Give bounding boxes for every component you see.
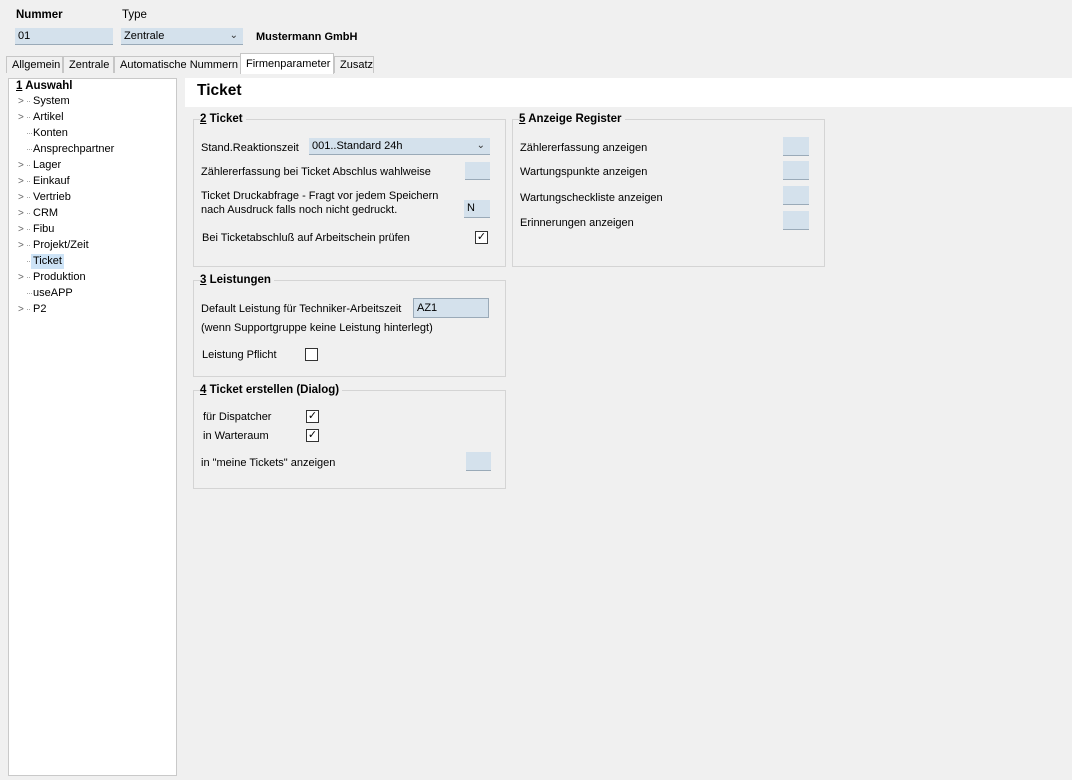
wartungscheckliste-label: Wartungscheckliste anzeigen [520,192,663,204]
meine-tickets-label: in "meine Tickets" anzeigen [201,457,336,469]
arbeitsschein-checkbox[interactable]: ✓ [475,231,488,244]
meine-tickets-field[interactable] [466,452,491,471]
wartungspunkte-label: Wartungspunkte anzeigen [520,166,648,178]
group-number: 4 [200,384,207,396]
warteraum-checkbox[interactable]: ✓ [306,429,319,442]
zaehler-anzeigen-field[interactable] [783,137,809,156]
tree-item-label: Konten [33,127,68,139]
nummer-field[interactable]: 01 [15,28,113,45]
tab-firmenparameter[interactable]: Firmenparameter [240,53,334,74]
chevron-right-icon[interactable]: > [18,174,24,189]
tab-allgemein[interactable]: Allgemein [6,56,63,73]
reaktionszeit-select[interactable]: 001..Standard 24h ⌄ [309,138,490,155]
tree-item-label: Lager [33,159,62,171]
leistung-pflicht-checkbox[interactable] [305,348,318,361]
tree-item-label: P2 [33,303,47,315]
druckabfrage-label-line2: nach Ausdruck falls noch nicht gedruckt. [201,204,398,216]
tree-item-label: Projekt/Zeit [33,239,89,251]
default-leistung-field[interactable]: AZ1 [413,298,489,318]
chevron-right-icon[interactable]: > [18,206,24,221]
title-bar [185,78,1072,107]
chevron-right-icon[interactable]: > [18,222,24,237]
nummer-label: Nummer [16,9,63,21]
chevron-right-icon[interactable]: > [18,110,24,125]
group-leistungen-title: 3 Leistungen [200,274,274,286]
tree-item-label: Einkauf [33,175,70,187]
tree-item-label: Vertrieb [33,191,71,203]
chevron-right-icon[interactable]: > [18,238,24,253]
tree-root-label: Auswahl [25,80,73,92]
warteraum-label: in Warteraum [203,430,269,442]
group-number: 2 [200,113,207,125]
tab-zentrale[interactable]: Zentrale [63,56,114,73]
group-anzeige-title: 5 Anzeige Register [519,113,625,125]
tree-item-label: Produktion [33,271,86,283]
type-label: Type [122,9,147,21]
group-ticket-title: 2 Ticket [200,113,246,125]
default-leistung-hint: (wenn Supportgruppe keine Leistung hinte… [201,322,433,334]
page-title: Ticket [197,82,242,99]
tree-item-label: System [33,95,70,107]
chevron-right-icon[interactable]: > [18,190,24,205]
zaehlererfassung-field[interactable] [465,162,490,180]
tree-item-label: Ansprechpartner [33,143,115,155]
arbeitsschein-label: Bei Ticketabschluß auf Arbeitschein prüf… [202,232,410,244]
group-number: 5 [519,113,526,125]
reaktionszeit-label: Stand.Reaktionszeit [201,142,299,154]
tree-item-label: Fibu [33,223,55,235]
default-leistung-label: Default Leistung für Techniker-Arbeitsze… [201,303,402,315]
druckabfrage-field[interactable]: N [464,200,490,218]
tree-item-label: CRM [33,207,59,219]
wartungscheckliste-field[interactable] [783,186,809,205]
tree-item-label-selected: Ticket [31,254,64,269]
druckabfrage-label-line1: Ticket Druckabfrage - Fragt vor jedem Sp… [201,190,439,202]
tree-root[interactable]: 1 Auswahl [16,79,72,94]
group-title-text: Leistungen [209,274,271,286]
navigation-tree: 1 Auswahl > ·· System > ·· Artikel ··· K… [8,78,177,776]
zaehlererfassung-label: Zählererfassung bei Ticket Abschlus wahl… [201,166,431,178]
company-name: Mustermann GmbH [256,31,358,43]
erinnerungen-label: Erinnerungen anzeigen [520,217,634,229]
leistung-pflicht-label: Leistung Pflicht [202,349,277,361]
chevron-right-icon[interactable]: > [18,94,24,109]
type-select-value: Zentrale [124,30,165,42]
type-select[interactable]: Zentrale ⌄ [121,28,243,45]
group-ticket-erstellen-title: 4 Ticket erstellen (Dialog) [200,384,343,396]
reaktionszeit-value: 001..Standard 24h [312,140,403,152]
tab-automatische-nummern[interactable]: Automatische Nummern [114,56,242,73]
chevron-down-icon: ⌄ [476,140,485,151]
tab-zusatz[interactable]: Zusatz [334,56,374,73]
chevron-right-icon[interactable]: > [18,270,24,285]
tree-item-label: Artikel [33,111,64,123]
erinnerungen-field[interactable] [783,211,809,230]
zaehler-anzeigen-label: Zählererfassung anzeigen [520,142,648,154]
group-title-text: Ticket erstellen (Dialog) [209,384,340,396]
dispatcher-label: für Dispatcher [203,411,272,423]
dispatcher-checkbox[interactable]: ✓ [306,410,319,423]
group-title-text: Ticket [209,113,243,125]
group-number: 3 [200,274,207,286]
tree-root-number: 1 [16,80,23,92]
tree-item-label: useAPP [33,287,73,299]
chevron-right-icon[interactable]: > [18,302,24,317]
wartungspunkte-field[interactable] [783,161,809,180]
chevron-down-icon: ⌄ [229,30,238,41]
group-title-text: Anzeige Register [528,113,622,125]
chevron-right-icon[interactable]: > [18,158,24,173]
